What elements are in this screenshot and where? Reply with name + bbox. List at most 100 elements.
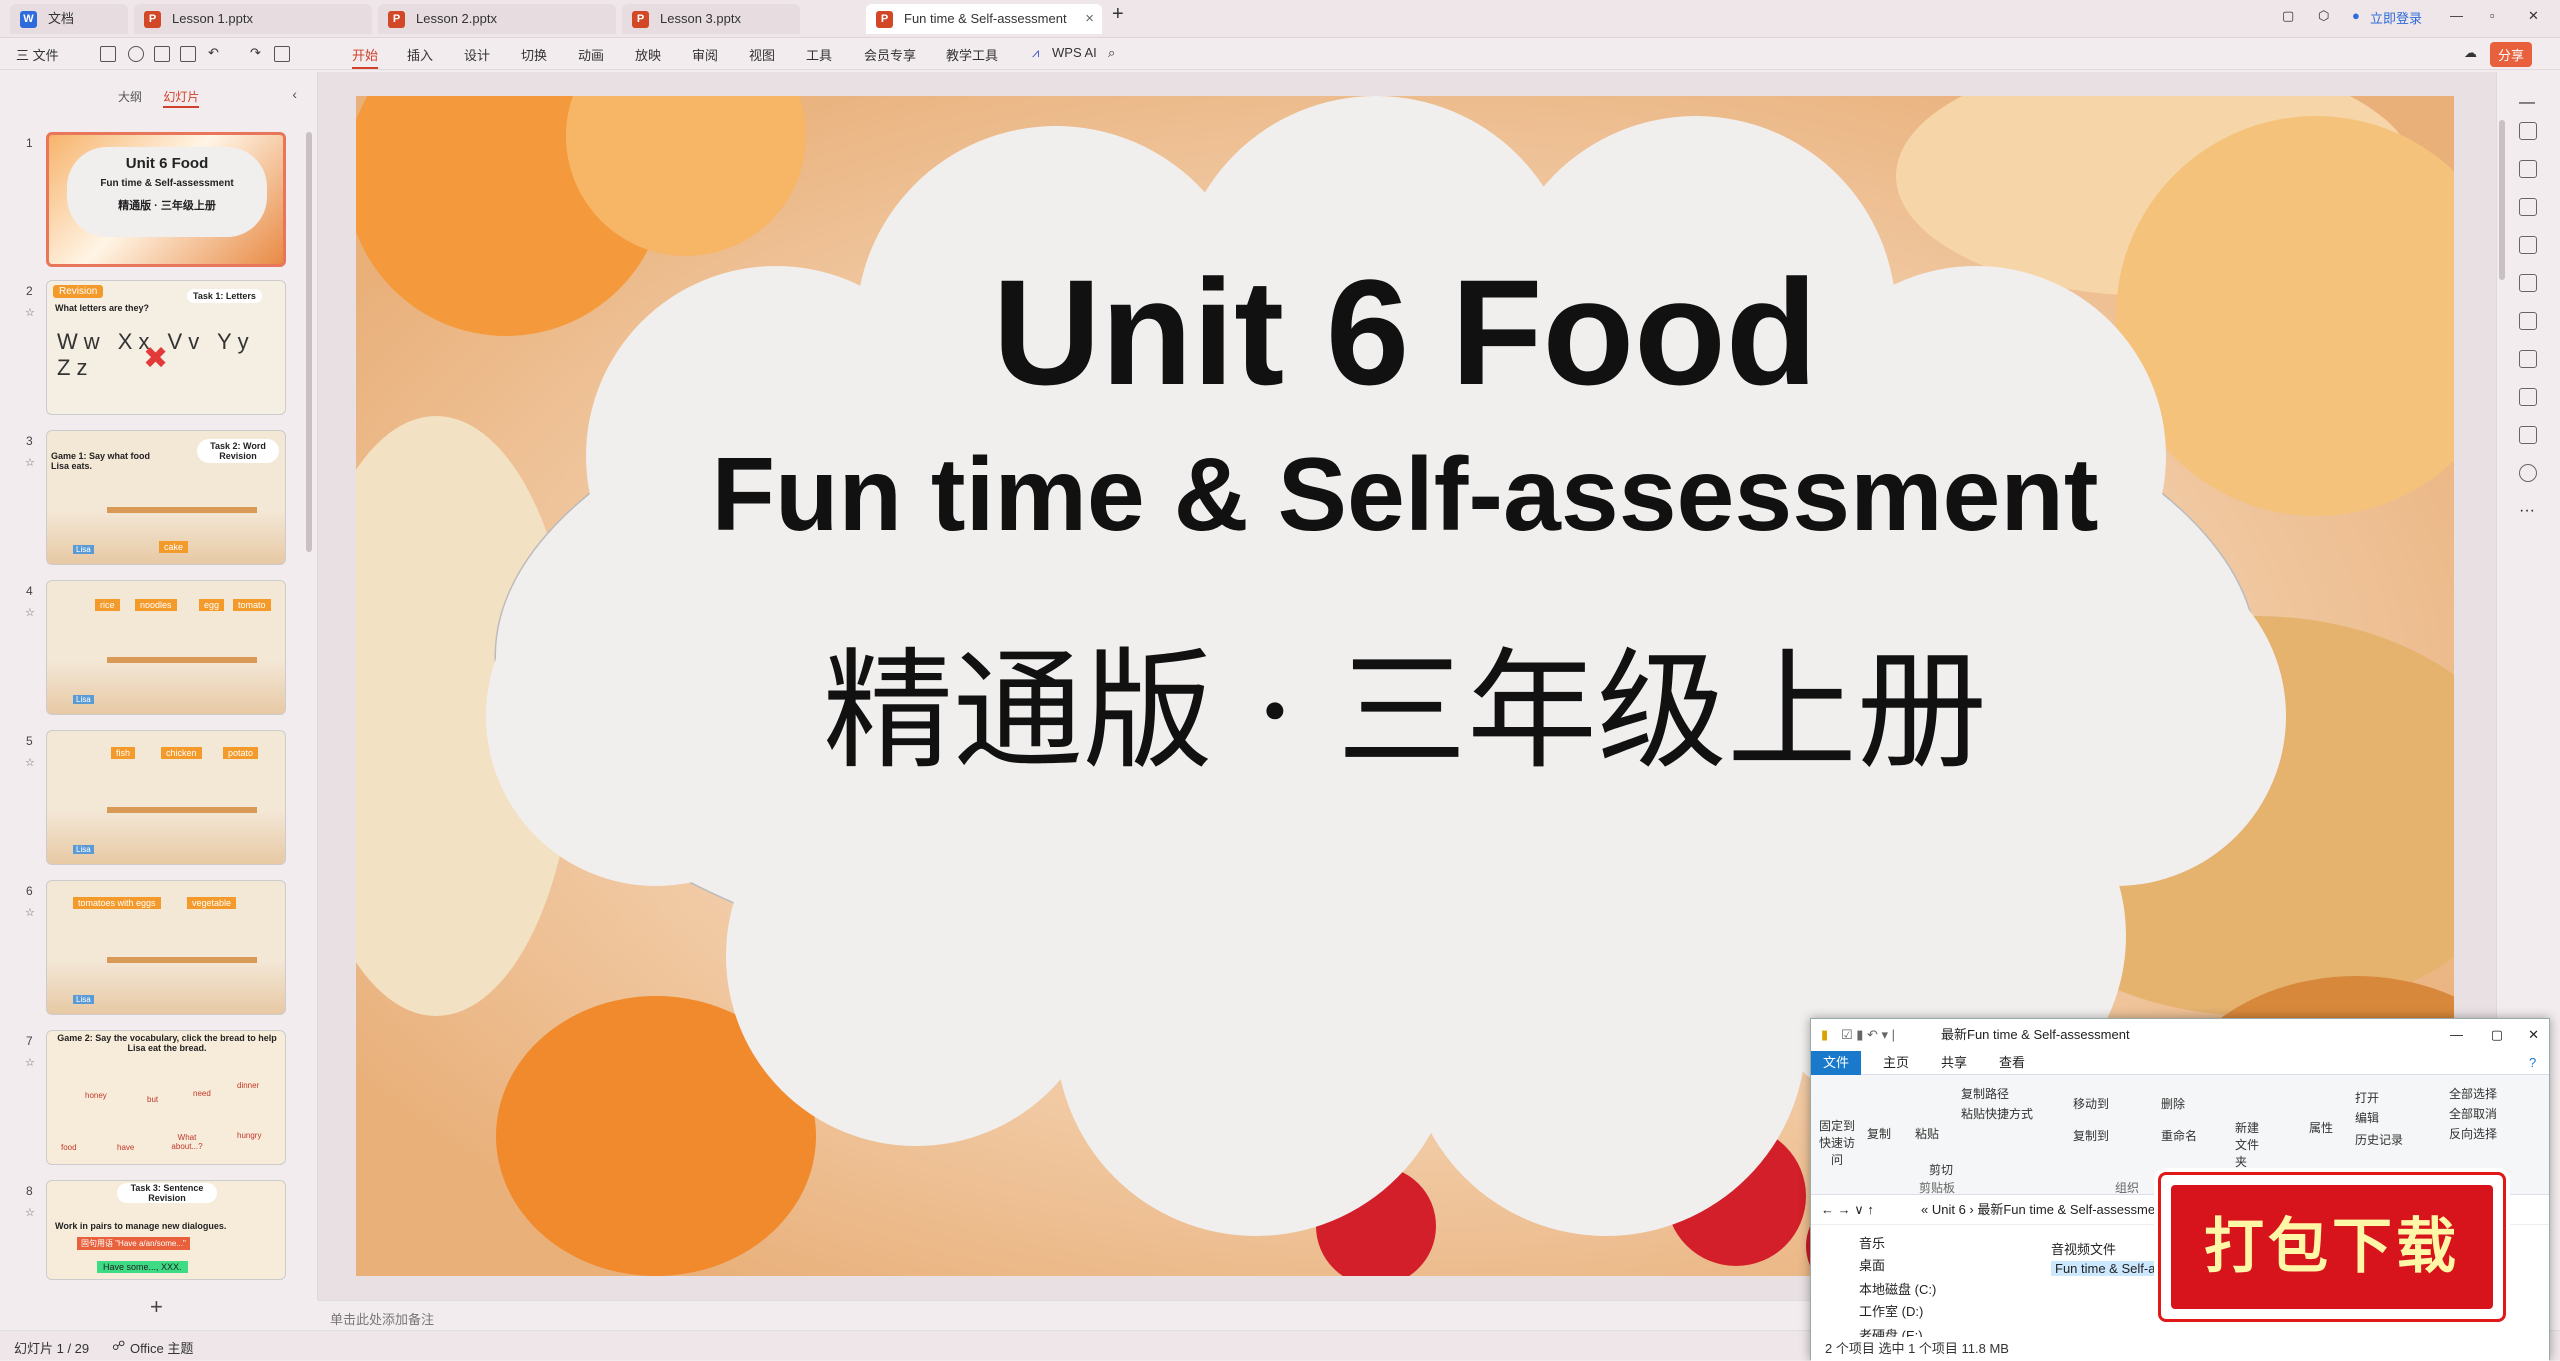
maximize-icon[interactable]: ▫ bbox=[2490, 8, 2495, 23]
ribbon-tab-file[interactable]: 文件 bbox=[1811, 1051, 1862, 1075]
close-icon[interactable]: ✕ bbox=[2528, 1019, 2539, 1051]
save-icon[interactable] bbox=[100, 46, 116, 62]
window-layout-icon[interactable]: ▢ bbox=[2282, 8, 2294, 24]
menu-home[interactable]: 开始 bbox=[352, 45, 379, 69]
pin-quick-access-button[interactable]: 固定到快速访问 bbox=[1815, 1117, 1859, 1168]
new-folder-button[interactable]: 新建文件夹 bbox=[2235, 1119, 2269, 1170]
slide-thumbnail-4[interactable]: rice noodles egg tomato Lisa bbox=[46, 580, 286, 715]
history-button[interactable]: 历史记录 bbox=[2355, 1131, 2403, 1148]
star-panel-icon[interactable] bbox=[2519, 198, 2537, 216]
star-icon[interactable]: ☆ bbox=[25, 456, 35, 469]
canvas-scrollbar[interactable] bbox=[2499, 120, 2505, 280]
menu-design[interactable]: 设计 bbox=[464, 45, 490, 64]
redo-icon[interactable]: ↷ bbox=[250, 45, 261, 61]
cut-button[interactable]: 剪切 bbox=[1929, 1161, 1953, 1178]
copy-panel-icon[interactable] bbox=[2519, 236, 2537, 254]
paste-button[interactable]: 粘贴 bbox=[1915, 1125, 1939, 1142]
ribbon-tab-home[interactable]: 主页 bbox=[1871, 1051, 1921, 1075]
book-icon[interactable] bbox=[2519, 350, 2537, 368]
rename-button[interactable]: 重命名 bbox=[2161, 1127, 2197, 1144]
theme-name[interactable]: Office 主题 bbox=[130, 1338, 193, 1357]
cloud-icon[interactable]: ☁ bbox=[2464, 45, 2477, 61]
preview-icon[interactable] bbox=[180, 46, 196, 62]
format-painter-icon[interactable] bbox=[274, 46, 290, 62]
ribbon-tab-view[interactable]: 查看 bbox=[1987, 1051, 2037, 1075]
download-badge[interactable]: 打包下载 bbox=[2158, 1172, 2506, 1322]
window-icon[interactable] bbox=[2519, 388, 2537, 406]
delete-button[interactable]: 删除 bbox=[2161, 1095, 2185, 1112]
properties-icon[interactable] bbox=[2519, 122, 2537, 140]
star-icon[interactable]: ☆ bbox=[25, 756, 35, 769]
panel-scrollbar[interactable] bbox=[306, 132, 312, 552]
menu-teaching-tools[interactable]: 教学工具 bbox=[946, 45, 998, 64]
undo-icon[interactable]: ↶ bbox=[208, 45, 219, 61]
menu-animation[interactable]: 动画 bbox=[578, 45, 604, 64]
star-icon[interactable]: ☆ bbox=[25, 906, 35, 919]
slide-thumbnail-8[interactable]: Task 3: Sentence Revision Work in pairs … bbox=[46, 1180, 286, 1280]
share-button[interactable]: 分享 bbox=[2490, 42, 2533, 67]
copy-button[interactable]: 复制 bbox=[1867, 1125, 1891, 1142]
slide-thumbnail-2[interactable]: Revision What letters are they? Task 1: … bbox=[46, 280, 286, 415]
maximize-icon[interactable]: ▢ bbox=[2491, 1019, 2503, 1051]
login-link[interactable]: 立即登录 bbox=[2370, 8, 2422, 27]
help-icon[interactable] bbox=[2519, 464, 2537, 482]
star-icon[interactable]: ☆ bbox=[25, 606, 35, 619]
cube-icon[interactable]: ⬡ bbox=[2318, 8, 2329, 24]
tab-lesson1[interactable]: P Lesson 1.pptx bbox=[134, 4, 372, 34]
copy-to-button[interactable]: 复制到 bbox=[2073, 1127, 2109, 1144]
print-icon[interactable] bbox=[154, 46, 170, 62]
paste-shortcut-button[interactable]: 粘贴快捷方式 bbox=[1961, 1105, 2033, 1122]
new-tab-button[interactable]: + bbox=[1112, 3, 1124, 26]
ribbon-tab-share[interactable]: 共享 bbox=[1929, 1051, 1979, 1075]
user-avatar-icon[interactable]: ● bbox=[2352, 8, 2360, 23]
menu-slideshow[interactable]: 放映 bbox=[635, 45, 661, 64]
slide-thumbnail-6[interactable]: tomatoes with eggs vegetable Lisa bbox=[46, 880, 286, 1015]
search-icon[interactable]: ⌕ bbox=[1108, 45, 1115, 61]
menu-review[interactable]: 审阅 bbox=[692, 45, 718, 64]
tab-lesson2[interactable]: P Lesson 2.pptx bbox=[378, 4, 616, 34]
move-to-button[interactable]: 移动到 bbox=[2073, 1095, 2109, 1112]
select-all-button[interactable]: 全部选择 bbox=[2449, 1085, 2497, 1102]
collapse-panel-icon[interactable]: ‹ bbox=[292, 86, 297, 102]
star-icon[interactable]: ☆ bbox=[25, 1056, 35, 1069]
minimize-icon[interactable]: — bbox=[2450, 8, 2463, 23]
slide-thumbnail-5[interactable]: fish chicken potato Lisa bbox=[46, 730, 286, 865]
edit-button[interactable]: 编辑 bbox=[2355, 1109, 2379, 1126]
slide-thumbnail-3[interactable]: Game 1: Say what food Lisa eats. Task 2:… bbox=[46, 430, 286, 565]
nav-item-drive-c[interactable]: 本地磁盘 (C:) bbox=[1859, 1279, 1936, 1298]
close-window-icon[interactable]: ✕ bbox=[2528, 8, 2539, 24]
copy-path-button[interactable]: 复制路径 bbox=[1961, 1085, 2009, 1102]
slide-thumbnail-7[interactable]: Game 2: Say the vocabulary, click the br… bbox=[46, 1030, 286, 1165]
tools-panel-icon[interactable] bbox=[2519, 312, 2537, 330]
add-slide-button[interactable]: + bbox=[150, 1294, 163, 1320]
menu-transition[interactable]: 切换 bbox=[521, 45, 547, 64]
menu-insert[interactable]: 插入 bbox=[407, 45, 433, 64]
style-icon[interactable] bbox=[2519, 160, 2537, 178]
export-icon[interactable] bbox=[128, 46, 144, 62]
menu-tools[interactable]: 工具 bbox=[806, 45, 832, 64]
nav-item-music[interactable]: 音乐 bbox=[1859, 1233, 1885, 1252]
nav-item-drive-d[interactable]: 工作室 (D:) bbox=[1859, 1301, 1923, 1320]
invert-selection-button[interactable]: 反向选择 bbox=[2449, 1125, 2497, 1142]
menu-member[interactable]: 会员专享 bbox=[864, 45, 916, 64]
file-menu[interactable]: 三 文件 bbox=[16, 45, 59, 64]
wps-ai-button[interactable]: WPS AI bbox=[1052, 45, 1097, 60]
minimize-icon[interactable]: — bbox=[2450, 1019, 2463, 1051]
nav-arrows-icon[interactable]: ← → ∨ ↑ bbox=[1821, 1195, 1874, 1225]
tab-lesson3[interactable]: P Lesson 3.pptx bbox=[622, 4, 800, 34]
select-none-button[interactable]: 全部取消 bbox=[2449, 1105, 2497, 1122]
help-icon[interactable]: ? bbox=[2517, 1051, 2548, 1075]
slide-thumbnail-1[interactable]: Unit 6 Food Fun time & Self-assessment 精… bbox=[46, 132, 286, 267]
nav-item-desktop[interactable]: 桌面 bbox=[1859, 1255, 1885, 1274]
more-icon[interactable]: ··· bbox=[2519, 502, 2537, 520]
animation-panel-icon[interactable] bbox=[2519, 274, 2537, 292]
layout-icon[interactable] bbox=[2519, 426, 2537, 444]
tab-fun-time[interactable]: P Fun time & Self-assessment × bbox=[866, 4, 1102, 34]
file-item-folder[interactable]: 音视频文件 bbox=[2051, 1239, 2116, 1258]
star-icon[interactable]: ☆ bbox=[25, 306, 35, 319]
open-button[interactable]: 打开 bbox=[2355, 1089, 2379, 1106]
menu-view[interactable]: 视图 bbox=[749, 45, 775, 64]
tab-docs[interactable]: W 文档 bbox=[10, 4, 128, 34]
properties-button[interactable]: 属性 bbox=[2309, 1119, 2333, 1136]
star-icon[interactable]: ☆ bbox=[25, 1206, 35, 1219]
